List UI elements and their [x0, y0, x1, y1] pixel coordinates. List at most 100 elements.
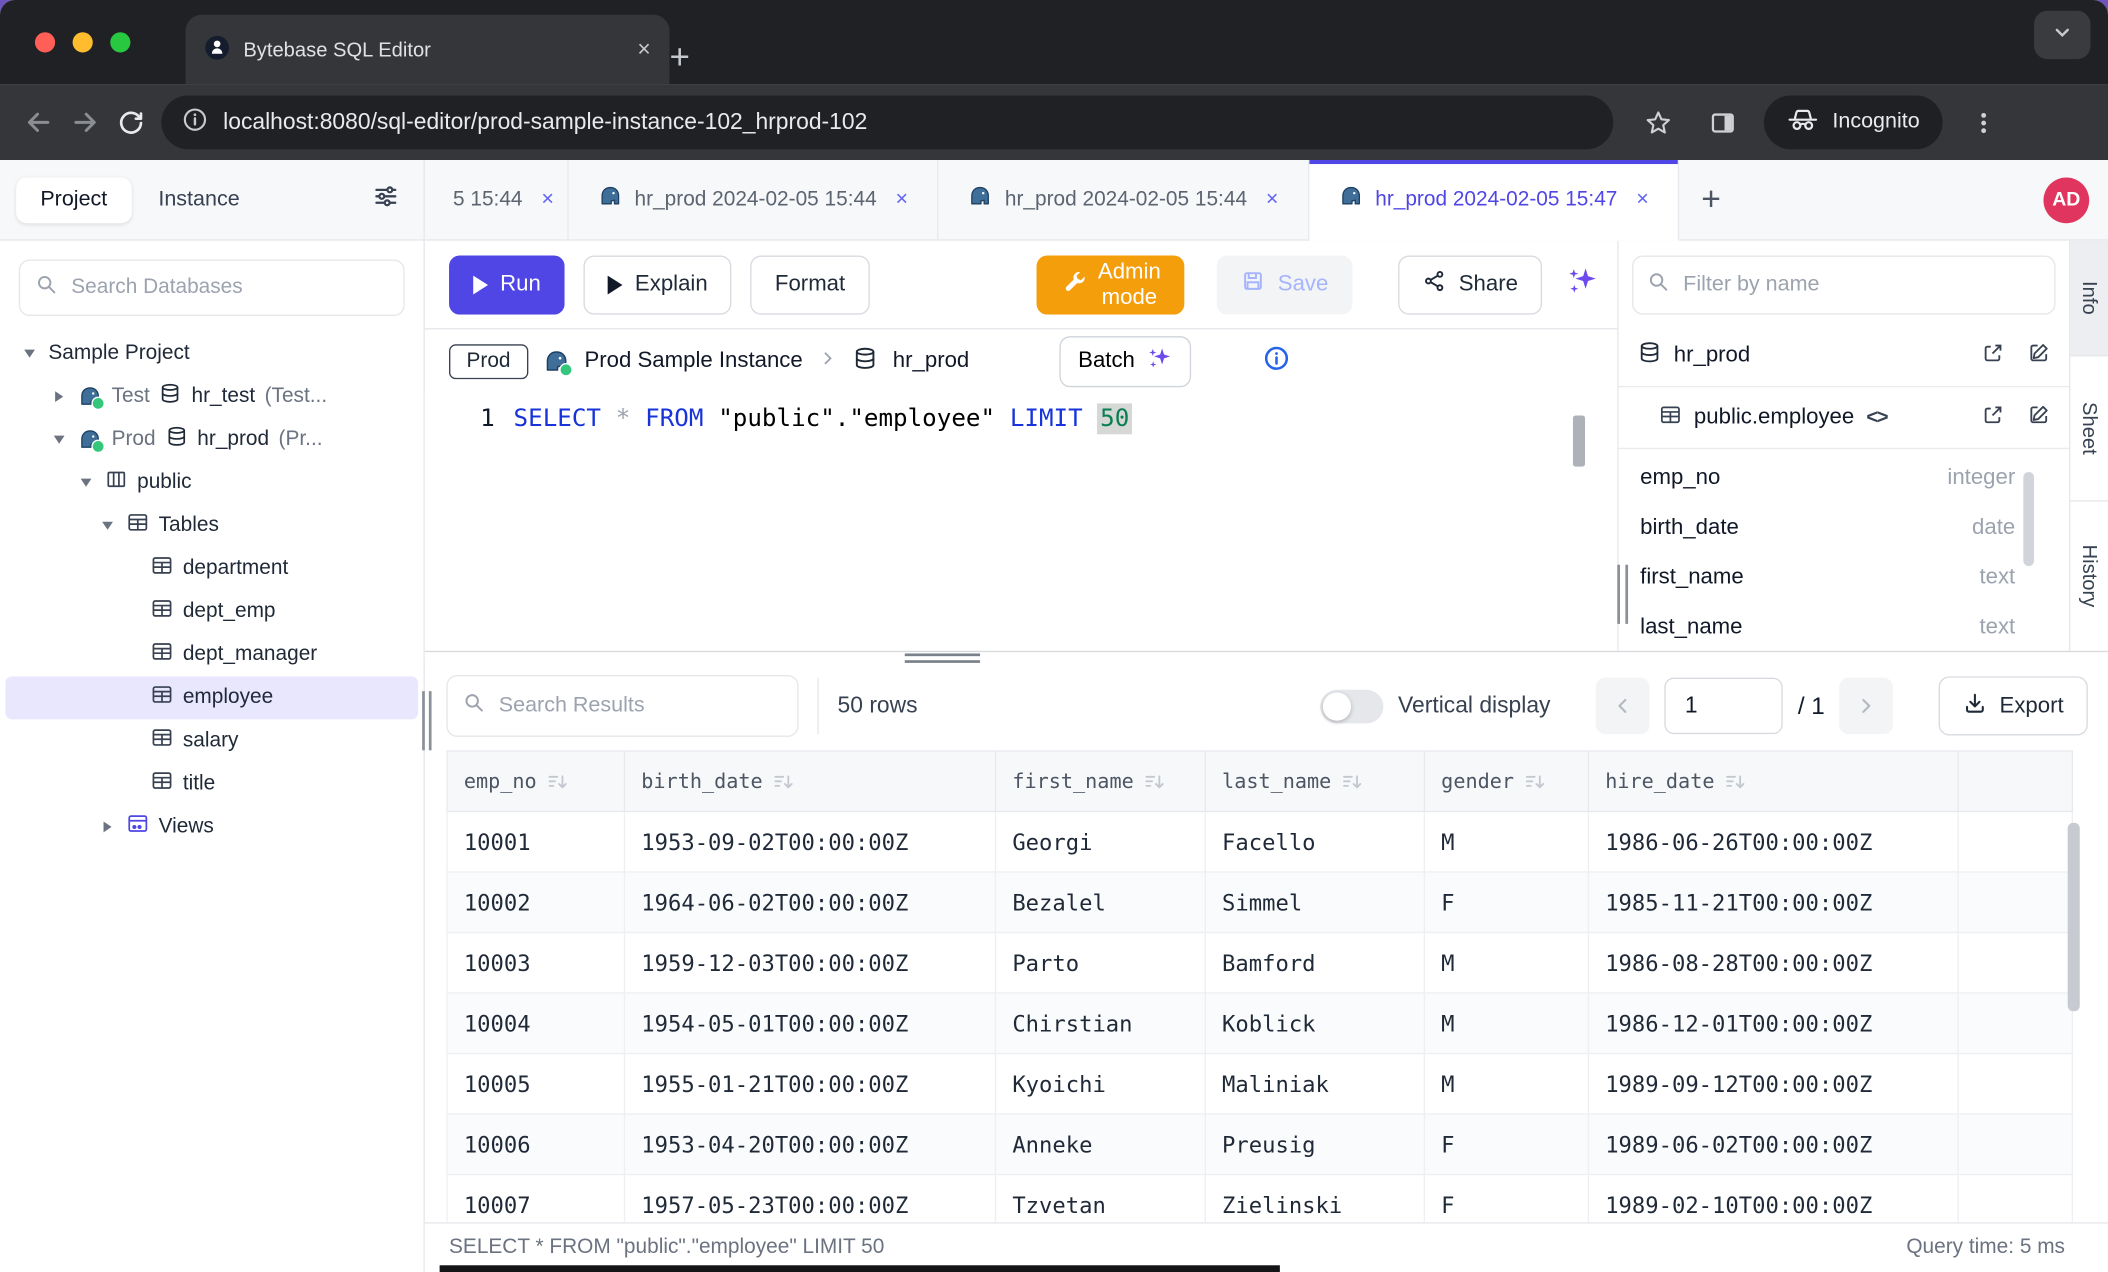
tree-item-hr-test[interactable]: Test hr_test (Test... [0, 375, 423, 418]
save-button[interactable]: Save [1217, 255, 1352, 314]
caret-down-icon[interactable] [75, 479, 95, 487]
table-cell[interactable]: 1985-11-21T00:00:00Z [1588, 872, 1958, 933]
table-cell[interactable]: Bezalel [996, 872, 1206, 933]
table-cell[interactable]: M [1424, 1054, 1588, 1115]
reload-button[interactable] [108, 100, 154, 146]
filter-settings-icon[interactable] [372, 183, 399, 217]
column-header-last_name[interactable]: last_name [1205, 751, 1424, 812]
close-sheet-icon[interactable]: × [541, 188, 554, 212]
tree-item-dept-manager[interactable]: dept_manager [0, 633, 423, 676]
table-cell[interactable]: Simmel [1205, 872, 1424, 933]
browser-menu-icon[interactable] [1961, 100, 2007, 146]
table-cell[interactable]: Preusig [1205, 1114, 1424, 1175]
close-tab-icon[interactable]: × [637, 36, 650, 63]
results-search-input[interactable] [496, 692, 782, 719]
table-cell[interactable]: 1989-06-02T00:00:00Z [1588, 1114, 1958, 1175]
table-cell[interactable]: 1964-06-02T00:00:00Z [624, 872, 995, 933]
side-panel-icon[interactable] [1699, 100, 1745, 146]
code-icon[interactable]: <> [1866, 406, 1887, 429]
export-button[interactable]: Export [1939, 676, 2088, 735]
sql-editor[interactable]: 1 SELECT*FROM"public"."employee"LIMIT50 [425, 393, 1617, 651]
tree-item-department[interactable]: department [0, 547, 423, 590]
edit-icon[interactable] [2027, 403, 2050, 433]
tab-info[interactable]: Info [2070, 241, 2108, 357]
tree-item-tables[interactable]: Tables [0, 504, 423, 547]
schema-column-row[interactable]: emp_nointeger [1640, 453, 2015, 503]
tree-item-public-schema[interactable]: public [0, 461, 423, 504]
forward-button[interactable] [62, 100, 108, 146]
schema-column-row[interactable]: birth_datedate [1640, 503, 2015, 553]
schema-database-row[interactable]: hr_prod [1619, 325, 2069, 387]
sheet-tab-2[interactable]: hr_prod 2024-02-05 15:44 × [569, 160, 939, 239]
explain-button[interactable]: Explain [584, 255, 732, 314]
table-cell[interactable]: Facello [1205, 811, 1424, 872]
zoom-window-button[interactable] [110, 32, 130, 52]
table-cell[interactable]: M [1424, 932, 1588, 993]
edit-icon[interactable] [2027, 341, 2050, 371]
table-cell[interactable]: 1955-01-21T00:00:00Z [624, 1054, 995, 1115]
table-cell[interactable]: 1989-02-10T00:00:00Z [1588, 1175, 1958, 1223]
instance-name[interactable]: Prod Sample Instance [584, 348, 802, 374]
table-cell[interactable]: 1953-04-20T00:00:00Z [624, 1114, 995, 1175]
tree-item-employee[interactable]: employee [5, 676, 418, 719]
bookmark-star-icon[interactable] [1635, 100, 1681, 146]
horizontal-splitter[interactable] [425, 651, 2108, 662]
table-cell[interactable]: 1986-06-26T00:00:00Z [1588, 811, 1958, 872]
column-header-emp_no[interactable]: emp_no [447, 751, 624, 812]
panel-resize-handle[interactable] [1617, 565, 1628, 624]
tree-item-views[interactable]: Views [0, 805, 423, 848]
table-cell[interactable]: F [1424, 872, 1588, 933]
caret-down-icon[interactable] [48, 436, 68, 444]
table-cell[interactable]: Chirstian [996, 993, 1206, 1054]
schema-column-row[interactable]: last_nametext [1640, 602, 2015, 650]
table-cell[interactable]: 10003 [447, 932, 624, 993]
new-tab-button[interactable]: + [670, 39, 690, 74]
column-header-gender[interactable]: gender [1424, 751, 1588, 812]
results-scrollbar[interactable] [2068, 823, 2080, 1011]
site-info-icon[interactable] [181, 106, 208, 140]
table-cell[interactable]: 1957-05-23T00:00:00Z [624, 1175, 995, 1223]
table-cell[interactable]: M [1424, 811, 1588, 872]
run-button[interactable]: Run [449, 255, 565, 314]
database-search[interactable] [19, 260, 405, 316]
table-cell[interactable]: 10007 [447, 1175, 624, 1223]
editor-scrollbar[interactable] [1573, 415, 1585, 466]
caret-right-icon[interactable] [48, 391, 68, 402]
table-cell[interactable]: 1989-09-12T00:00:00Z [1588, 1054, 1958, 1115]
schema-filter-input[interactable] [1680, 272, 2040, 299]
external-link-icon[interactable] [1982, 341, 2005, 371]
tab-search-button[interactable] [2034, 11, 2090, 59]
format-button[interactable]: Format [751, 255, 870, 314]
table-cell[interactable]: 10005 [447, 1054, 624, 1115]
table-cell[interactable]: 1986-12-01T00:00:00Z [1588, 993, 1958, 1054]
close-sheet-icon[interactable]: × [1266, 188, 1279, 212]
sheet-tab-1[interactable]: 5 15:44 × [425, 160, 569, 239]
table-cell[interactable]: 10001 [447, 811, 624, 872]
column-header-first_name[interactable]: first_name [996, 751, 1206, 812]
tab-history[interactable]: History [2070, 502, 2108, 651]
share-button[interactable]: Share [1398, 255, 1542, 314]
browser-tab[interactable]: Bytebase SQL Editor × [186, 15, 670, 85]
database-search-input[interactable] [69, 274, 389, 301]
page-number-input[interactable] [1665, 678, 1783, 734]
user-avatar[interactable]: AD [2043, 177, 2089, 223]
table-cell[interactable]: Kyoichi [996, 1054, 1206, 1115]
table-cell[interactable]: Anneke [996, 1114, 1206, 1175]
column-header-birth_date[interactable]: birth_date [624, 751, 995, 812]
ai-sparkle-icon[interactable] [1566, 265, 1598, 304]
caret-down-icon[interactable] [97, 522, 117, 530]
address-bar[interactable]: localhost:8080/sql-editor/prod-sample-in… [161, 95, 1613, 149]
sheet-tab-3[interactable]: hr_prod 2024-02-05 15:44 × [939, 160, 1309, 239]
table-cell[interactable]: 10004 [447, 993, 624, 1054]
schema-filter[interactable] [1632, 255, 2055, 314]
new-sheet-button[interactable]: + [1701, 183, 1721, 217]
vertical-display-toggle[interactable] [1320, 689, 1383, 723]
tree-item-salary[interactable]: salary [0, 719, 423, 762]
tab-sheet[interactable]: Sheet [2070, 356, 2108, 501]
next-page-button[interactable] [1840, 678, 1894, 734]
table-cell[interactable]: Zielinski [1205, 1175, 1424, 1223]
tree-item-hr-prod[interactable]: Prod hr_prod (Pr... [0, 418, 423, 461]
table-cell[interactable]: 1954-05-01T00:00:00Z [624, 993, 995, 1054]
admin-mode-button[interactable]: Admin mode [1036, 255, 1185, 314]
table-cell[interactable]: Tzvetan [996, 1175, 1206, 1223]
